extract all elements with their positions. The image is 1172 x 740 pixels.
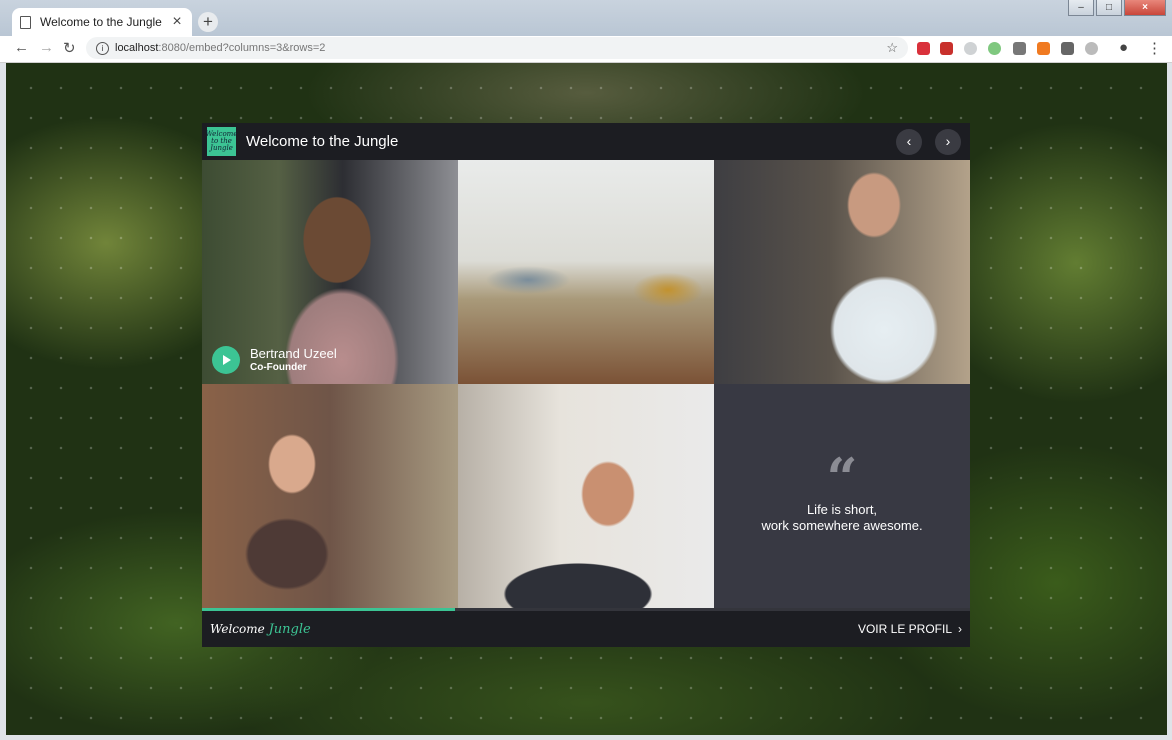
play-icon [223,355,231,365]
menu-icon[interactable]: ⋮ [1147,39,1162,57]
extension-icon[interactable] [1061,42,1074,55]
footer-logo[interactable]: Welcome Jungle [210,622,311,637]
photo-lounge[interactable] [458,160,714,384]
forward-icon[interactable]: → [39,39,54,56]
person-role: Co-Founder [250,362,307,373]
photo-woman[interactable] [202,384,458,608]
page-background: Welcome to the Jungle Welcome to the Jun… [6,63,1167,735]
back-icon[interactable]: ← [14,39,29,56]
embed-widget: Welcome to the Jungle Welcome to the Jun… [202,123,970,647]
new-tab-button[interactable]: + [198,12,218,32]
photo-man-phone[interactable] [458,384,714,608]
person-caption[interactable]: Bertrand Uzeel Co-Founder [212,346,337,374]
reload-icon[interactable]: ↻ [63,39,76,57]
photo-office[interactable] [714,160,970,384]
quote-icon: “ [826,446,858,510]
extension-icon[interactable] [1085,42,1098,55]
quote-card: “ Life is short, work somewhere awesome. [714,384,970,608]
extension-icon[interactable] [964,42,977,55]
eyedropper-extension-icon[interactable] [1013,42,1026,55]
photo-grid: Bertrand Uzeel Co-Founder “ Life is shor… [202,160,970,608]
url-text: localhost:8080/embed?columns=3&rows=2 [115,42,326,54]
shield-extension-icon[interactable] [917,42,930,55]
widget-header: Welcome to the Jungle Welcome to the Jun… [202,123,970,160]
close-window-button[interactable]: × [1124,0,1166,16]
tab-title: Welcome to the Jungle [40,15,162,29]
window-controls: – □ × [1066,0,1166,16]
extension-icon[interactable] [940,42,953,55]
next-button[interactable]: › [935,129,961,155]
person-name: Bertrand Uzeel [250,346,337,361]
close-tab-icon[interactable]: × [170,13,184,31]
chevron-right-icon: › [958,622,962,636]
play-button[interactable] [212,346,240,374]
info-icon[interactable]: i [96,41,109,55]
widget-title: Welcome to the Jungle [246,133,399,150]
jungle-logo: Welcome to the Jungle [206,127,237,156]
address-bar[interactable]: i localhost:8080/embed?columns=3&rows=2 … [86,37,908,59]
extension-icon[interactable] [1037,42,1050,55]
photo-bertrand[interactable]: Bertrand Uzeel Co-Founder [202,160,458,384]
widget-footer: Welcome Jungle VOIR LE PROFIL › [202,611,970,647]
document-icon [20,15,31,29]
maximize-button[interactable]: □ [1096,0,1122,16]
extension-icon[interactable] [988,42,1001,55]
minimize-button[interactable]: – [1068,0,1094,16]
bookmark-star-icon[interactable]: ☆ [886,40,898,56]
profile-icon[interactable]: ● [1119,39,1128,56]
quote-text: Life is short, work somewhere awesome. [761,502,923,533]
browser-titlebar: Welcome to the Jungle × + – □ × [0,0,1172,36]
browser-tab[interactable]: Welcome to the Jungle × [12,8,192,36]
browser-toolbar: ← → ↻ i localhost:8080/embed?columns=3&r… [0,36,1172,63]
view-profile-link[interactable]: VOIR LE PROFIL › [858,622,962,636]
prev-button[interactable]: ‹ [896,129,922,155]
